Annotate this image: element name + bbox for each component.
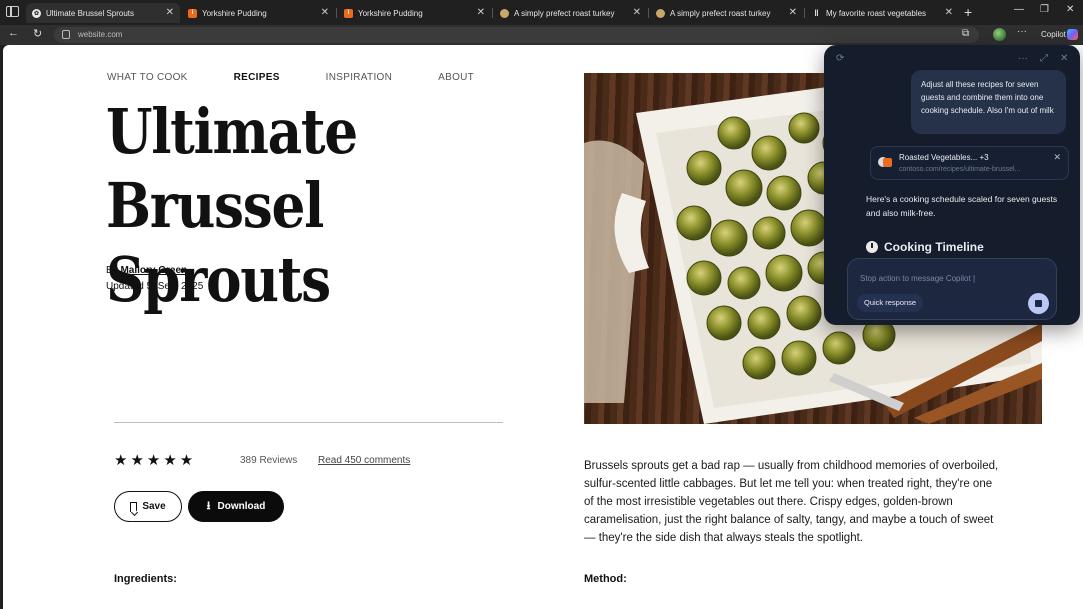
minimize-icon[interactable]: — xyxy=(1014,4,1024,15)
tab-title: Ultimate Brussel Sprouts xyxy=(46,8,135,18)
attachment-url: contoso.com/recipes/ultimate-brussel... xyxy=(899,166,1021,173)
close-tab-icon[interactable]: ✕ xyxy=(945,7,953,18)
sprout-favicon-icon: ✿ xyxy=(32,8,41,18)
by-label: By xyxy=(106,265,118,276)
tab-title: A simply prefect roast turkey xyxy=(514,8,615,18)
save-button[interactable]: Save xyxy=(114,491,182,522)
close-tab-icon[interactable]: ✕ xyxy=(633,7,641,18)
site-info-icon[interactable] xyxy=(62,30,70,39)
read-comments-link[interactable]: Read 450 comments xyxy=(318,455,410,466)
timeline-heading: Cooking Timeline xyxy=(866,240,984,254)
tab-separator xyxy=(804,8,805,18)
download-button-label: Download xyxy=(217,501,266,512)
star-rating[interactable]: ★★★★★ xyxy=(114,451,196,469)
stop-button[interactable] xyxy=(1028,293,1049,314)
tab-roast-turkey-2[interactable]: A simply prefect roast turkey ✕ xyxy=(650,3,803,23)
back-arrow-icon[interactable]: ← xyxy=(8,27,19,39)
message-composer[interactable]: Stop action to message Copilot | Quick r… xyxy=(847,258,1057,320)
maximize-icon[interactable]: ❐ xyxy=(1040,4,1049,15)
user-message: Adjust all these recipes for seven guest… xyxy=(911,70,1066,134)
download-icon: ⭳ xyxy=(206,500,211,512)
updated-date: Updated 5. Sep, 2025 xyxy=(106,281,204,292)
panel-menu-icon[interactable]: ··· xyxy=(1018,53,1028,64)
remove-attachment-icon[interactable]: ✕ xyxy=(1053,152,1061,163)
nav-inspiration[interactable]: INSPIRATION xyxy=(326,72,392,83)
tab-actions-icon[interactable]: ⧉ xyxy=(962,28,969,39)
recipe-favicon-icon: i xyxy=(344,8,353,18)
save-button-label: Save xyxy=(142,501,166,512)
more-menu-icon[interactable]: ··· xyxy=(1017,26,1027,37)
review-count: 389 Reviews xyxy=(240,455,298,466)
byline: By Mallory Green Updated 5. Sep, 2025 xyxy=(106,263,203,295)
copilot-reply: Here's a cooking schedule scaled for sev… xyxy=(866,194,1058,218)
tab-roast-turkey-1[interactable]: A simply prefect roast turkey ✕ xyxy=(494,3,647,23)
pop-out-icon[interactable]: ⤢ xyxy=(1040,53,1048,64)
url-text[interactable]: website.com xyxy=(78,30,122,39)
copilot-panel: ⟳ ··· ⤢ ✕ Adjust all these recipes for s… xyxy=(824,45,1080,325)
tab-title: My favorite roast vegetables xyxy=(826,8,927,18)
tab-separator xyxy=(648,8,649,18)
section-divider xyxy=(114,422,503,423)
author-link[interactable]: Mallory Green xyxy=(120,265,187,276)
tab-yorkshire-pudding-2[interactable]: i Yorkshire Pudding ✕ xyxy=(338,3,491,23)
nav-what-to-cook[interactable]: WHAT TO COOK xyxy=(107,72,188,83)
tab-roast-vegetables[interactable]: ǁ My favorite roast vegetables ✕ xyxy=(806,3,959,23)
timeline-heading-text: Cooking Timeline xyxy=(884,240,984,254)
close-tab-icon[interactable]: ✕ xyxy=(321,7,329,18)
close-panel-icon[interactable]: ✕ xyxy=(1060,53,1068,64)
site-nav: WHAT TO COOK RECIPES INSPIRATION ABOUT xyxy=(107,72,520,83)
browser-toolbar: ← ↻ website.com ⧉ ··· Copilot xyxy=(0,25,1083,45)
new-tab-icon[interactable]: + xyxy=(964,4,972,20)
new-chat-icon[interactable]: ⟳ xyxy=(836,53,844,64)
recipe-title-line1: Ultimate xyxy=(106,95,358,168)
attached-tabs-card[interactable]: Roasted Vegetables... +3 contoso.com/rec… xyxy=(870,146,1069,180)
copilot-logo-icon[interactable] xyxy=(1067,29,1078,40)
attached-favicons-icon xyxy=(878,157,892,169)
quick-response-button[interactable]: Quick response xyxy=(857,294,924,312)
close-tab-icon[interactable]: ✕ xyxy=(477,7,485,18)
sidebar-toggle-icon[interactable] xyxy=(6,6,19,17)
turkey-favicon-icon xyxy=(656,8,665,18)
utensils-favicon-icon: ǁ xyxy=(814,8,819,18)
close-tab-icon[interactable]: ✕ xyxy=(166,7,174,18)
turkey-favicon-icon xyxy=(500,8,509,18)
composer-placeholder[interactable]: Stop action to message Copilot | xyxy=(860,274,975,283)
tab-separator xyxy=(492,8,493,18)
address-bar[interactable]: website.com ⧉ xyxy=(54,27,979,43)
tab-title: Yorkshire Pudding xyxy=(202,8,267,18)
clock-icon xyxy=(866,241,878,253)
refresh-icon[interactable]: ↻ xyxy=(33,27,42,40)
tab-ultimate-brussel-sprouts[interactable]: ✿ Ultimate Brussel Sprouts ✕ xyxy=(26,3,180,23)
nav-about[interactable]: ABOUT xyxy=(438,72,474,83)
tab-yorkshire-pudding-1[interactable]: i Yorkshire Pudding ✕ xyxy=(182,3,335,23)
profile-avatar[interactable] xyxy=(993,28,1006,41)
close-window-icon[interactable]: ✕ xyxy=(1066,4,1074,15)
close-tab-icon[interactable]: ✕ xyxy=(789,7,797,18)
download-button[interactable]: ⭳ Download xyxy=(188,491,284,522)
recipe-favicon-icon: i xyxy=(188,8,197,18)
copilot-button-label[interactable]: Copilot xyxy=(1041,30,1066,39)
tab-separator xyxy=(336,8,337,18)
attachment-title: Roasted Vegetables... +3 xyxy=(899,153,989,162)
recipe-intro: Brussels sprouts get a bad rap — usually… xyxy=(584,460,999,544)
ingredients-heading: Ingredients: xyxy=(114,573,177,585)
tab-title: A simply prefect roast turkey xyxy=(670,8,771,18)
tab-title: Yorkshire Pudding xyxy=(358,8,423,18)
tab-strip: ✿ Ultimate Brussel Sprouts ✕ i Yorkshire… xyxy=(0,0,1083,25)
bookmark-icon xyxy=(130,501,138,512)
method-heading: Method: xyxy=(584,573,627,585)
nav-recipes[interactable]: RECIPES xyxy=(234,72,280,83)
